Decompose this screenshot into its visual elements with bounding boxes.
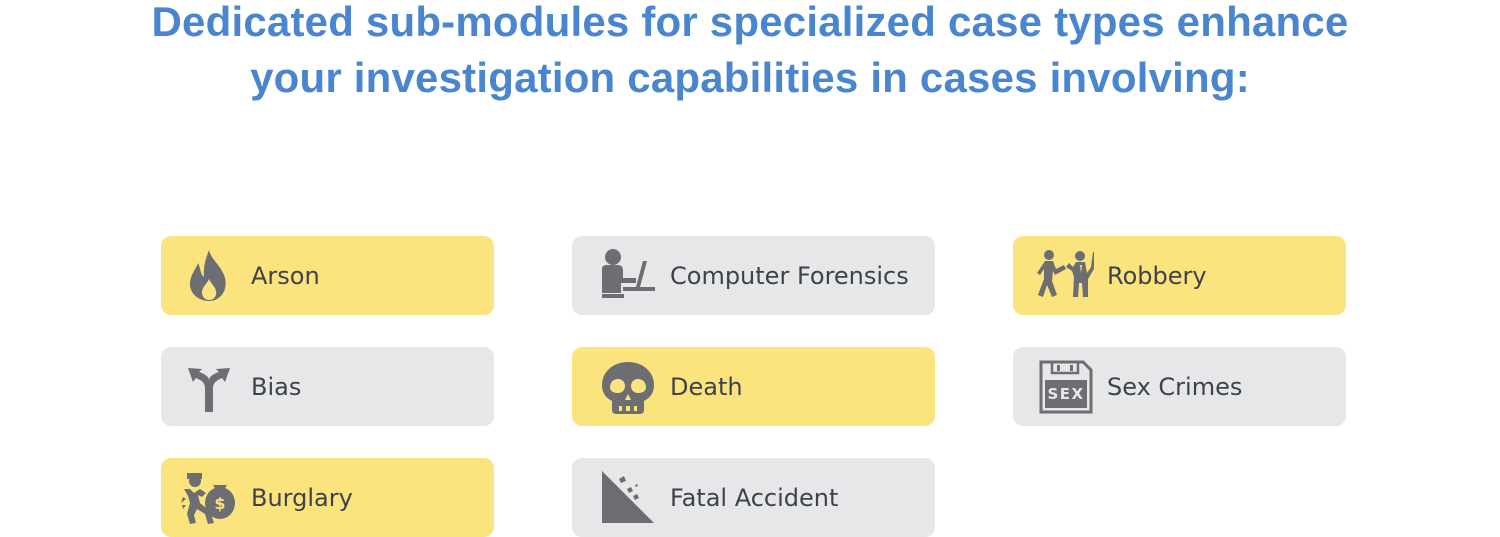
sex-tape-icon: SEX (1036, 358, 1094, 416)
case-type-label: Death (670, 372, 743, 401)
case-type-burglary[interactable]: $ Burglary (161, 458, 494, 537)
money-bag-symbol: $ (214, 494, 225, 513)
flame-icon (180, 247, 238, 305)
case-type-bias[interactable]: Bias (161, 347, 494, 426)
case-type-sex-crimes[interactable]: SEX Sex Crimes (1013, 347, 1346, 426)
diverging-arrows-icon (180, 358, 238, 416)
case-type-label: Arson (251, 261, 320, 290)
burglar-with-money-bag-icon: $ (180, 469, 238, 527)
case-type-label: Burglary (251, 483, 353, 512)
case-type-label: Robbery (1107, 261, 1207, 290)
skull-icon (599, 358, 657, 416)
case-type-computer-forensics[interactable]: Computer Forensics (572, 236, 935, 315)
falling-rocks-slope-icon (599, 469, 657, 527)
headline-line-1: Dedicated sub-modules for specialized ca… (151, 0, 1349, 45)
robbery-figures-icon (1036, 247, 1094, 305)
case-type-robbery[interactable]: Robbery (1013, 236, 1346, 315)
case-type-arson[interactable]: Arson (161, 236, 494, 315)
person-at-laptop-icon (599, 247, 657, 305)
case-type-death[interactable]: Death (572, 347, 935, 426)
page-headline: Dedicated sub-modules for specialized ca… (0, 0, 1500, 106)
case-type-fatal-accident[interactable]: Fatal Accident (572, 458, 935, 537)
case-type-label: Sex Crimes (1107, 372, 1243, 401)
case-type-label: Computer Forensics (670, 261, 909, 290)
sex-tape-text: SEX (1047, 385, 1084, 403)
case-type-label: Fatal Accident (670, 483, 839, 512)
case-type-label: Bias (251, 372, 302, 401)
headline-line-2: your investigation capabilities in cases… (250, 54, 1250, 101)
